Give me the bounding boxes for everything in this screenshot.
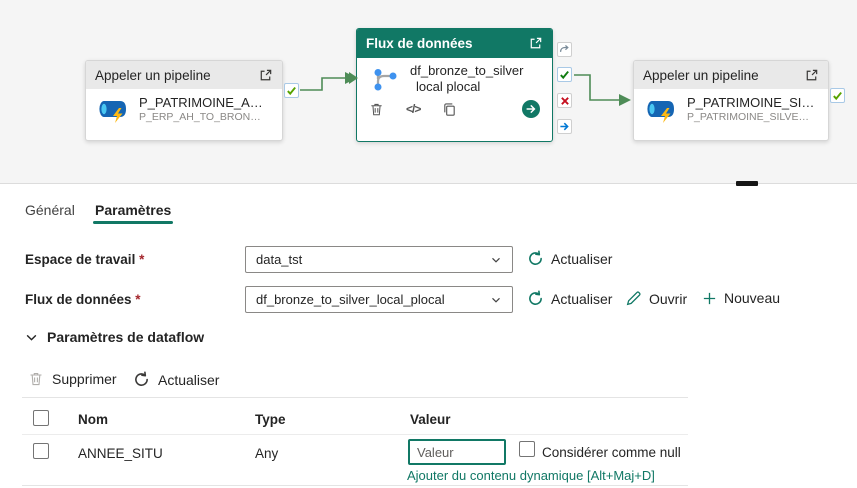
activity-node-invoke-pipeline-1[interactable]: Appeler un pipeline P_PATRIMOINE_A… P_ER… (85, 60, 283, 141)
toolbar-divider (22, 397, 688, 398)
dataflow-label: Flux de données * (25, 292, 141, 307)
node2-header: Flux de données (357, 29, 552, 58)
workspace-refresh-label: Actualiser (551, 250, 613, 267)
node2-footer: </> (357, 97, 552, 123)
open-in-new-icon[interactable] (258, 68, 273, 83)
refresh-icon (527, 290, 544, 307)
add-dynamic-content-link[interactable]: Ajouter du contenu dynamique [Alt+Maj+D] (407, 468, 655, 483)
node2-name-line1: df_bronze_to_silver (410, 63, 524, 78)
workspace-dropdown[interactable]: data_tst (245, 246, 513, 273)
node1-body: P_PATRIMOINE_A… P_ERP_AH_TO_BRON… (86, 89, 282, 130)
required-asterisk: * (139, 252, 145, 267)
select-all-checkbox[interactable] (33, 410, 49, 426)
section-title: Paramètres de dataflow (47, 329, 205, 345)
copy-icon[interactable] (442, 102, 457, 117)
node3-subtitle: P_PATRIMOINE_SILVE… (687, 111, 809, 123)
toolbar-refresh-label: Actualiser (158, 371, 220, 388)
node3-name: P_PATRIMOINE_SI… (687, 95, 815, 110)
treat-as-null-label: Considérer comme null (542, 445, 681, 460)
open-in-new-icon[interactable] (528, 36, 543, 51)
connection-arrow-2 (619, 94, 631, 106)
dataflow-open-button[interactable]: Ouvrir (625, 290, 687, 307)
refresh-icon (527, 250, 544, 267)
skip-arrow-icon (559, 44, 569, 52)
connector-on-failure[interactable] (557, 93, 572, 108)
node1-header: Appeler un pipeline (86, 61, 282, 89)
dataflow-dropdown[interactable]: df_bronze_to_silver_local_plocal (245, 286, 513, 313)
required-asterisk: * (135, 292, 141, 307)
parameter-name: ANNEE_SITU (78, 446, 163, 461)
parameter-type: Any (255, 446, 279, 461)
tab-parameters[interactable]: Paramètres (95, 202, 171, 218)
activity-node-invoke-pipeline-2[interactable]: Appeler un pipeline P_PATRIMOINE_SI… P_P… (633, 60, 829, 141)
delete-icon[interactable] (369, 102, 384, 117)
refresh-icon (133, 371, 150, 388)
chevron-down-icon (490, 254, 502, 266)
open-in-new-icon[interactable] (804, 68, 819, 83)
add-icon (702, 291, 717, 306)
activity-node-dataflow[interactable]: Flux de données df_bronze_to_silver loca… (356, 28, 553, 142)
pipeline-editor: Appeler un pipeline P_PATRIMOINE_A… P_ER… (0, 0, 857, 488)
node3-type-label: Appeler un pipeline (643, 67, 759, 83)
column-header-name: Nom (78, 412, 108, 427)
pipeline-canvas[interactable]: Appeler un pipeline P_PATRIMOINE_A… P_ER… (0, 0, 857, 184)
tab-general[interactable]: Général (25, 202, 75, 218)
node3-header: Appeler un pipeline (634, 61, 828, 89)
delete-icon (28, 371, 44, 387)
connector-on-success[interactable] (557, 67, 572, 82)
workspace-label: Espace de travail * (25, 252, 145, 267)
check-icon (560, 70, 569, 80)
connector-on-skip[interactable] (557, 42, 572, 57)
connector-on-completion[interactable] (557, 119, 572, 134)
node1-type-label: Appeler un pipeline (95, 67, 211, 83)
workspace-refresh-button[interactable]: Actualiser (527, 250, 612, 267)
arrow-right-icon (560, 122, 569, 131)
pipeline-icon (94, 96, 132, 124)
workspace-value: data_tst (256, 252, 303, 267)
node2-body: df_bronze_to_silver local plocal (357, 58, 552, 97)
delete-label: Supprimer (52, 371, 117, 387)
node2-input-connector (349, 72, 358, 84)
tab-active-underline (93, 221, 173, 224)
node3-success-badge[interactable] (830, 88, 845, 103)
x-icon (560, 96, 569, 105)
dataflow-icon (371, 66, 401, 93)
edit-icon (625, 290, 642, 307)
panel-divider (0, 183, 857, 184)
node1-name: P_PATRIMOINE_A… (139, 95, 263, 110)
panel-resize-handle[interactable] (736, 181, 758, 186)
node2-name-line2: local plocal (416, 79, 481, 94)
go-next-icon[interactable] (522, 100, 540, 118)
table-header-divider (22, 434, 688, 435)
dataflow-refresh-label: Actualiser (551, 290, 613, 307)
parameter-value-input[interactable] (408, 439, 506, 465)
code-icon[interactable]: </> (406, 102, 421, 116)
connection-line-1 (300, 77, 346, 91)
chevron-down-icon (490, 294, 502, 306)
treat-as-null-checkbox[interactable] (519, 441, 535, 457)
node1-success-badge[interactable] (284, 83, 299, 98)
node3-body: P_PATRIMOINE_SI… P_PATRIMOINE_SILVE… (634, 89, 828, 130)
dataflow-new-button[interactable]: Nouveau (702, 290, 780, 306)
node1-subtitle: P_ERP_AH_TO_BRON… (139, 111, 261, 123)
dataflow-refresh-button[interactable]: Actualiser (527, 290, 612, 307)
table-bottom-divider (22, 485, 688, 486)
check-icon (833, 91, 842, 101)
column-header-type: Type (255, 412, 286, 427)
refresh-parameters-button[interactable]: Actualiser (133, 371, 219, 388)
chevron-down-icon (25, 331, 38, 344)
dataflow-parameters-section-toggle[interactable]: Paramètres de dataflow (25, 329, 204, 345)
dataflow-new-label: Nouveau (724, 290, 781, 306)
column-header-value: Valeur (410, 412, 451, 427)
node2-type-label: Flux de données (366, 36, 473, 51)
connection-line-2 (574, 74, 620, 101)
delete-parameter-button[interactable]: Supprimer (28, 371, 117, 387)
pipeline-icon (642, 96, 680, 124)
row-checkbox[interactable] (33, 443, 49, 459)
dataflow-value: df_bronze_to_silver_local_plocal (256, 292, 445, 307)
check-icon (287, 86, 296, 96)
dataflow-open-label: Ouvrir (649, 290, 688, 307)
